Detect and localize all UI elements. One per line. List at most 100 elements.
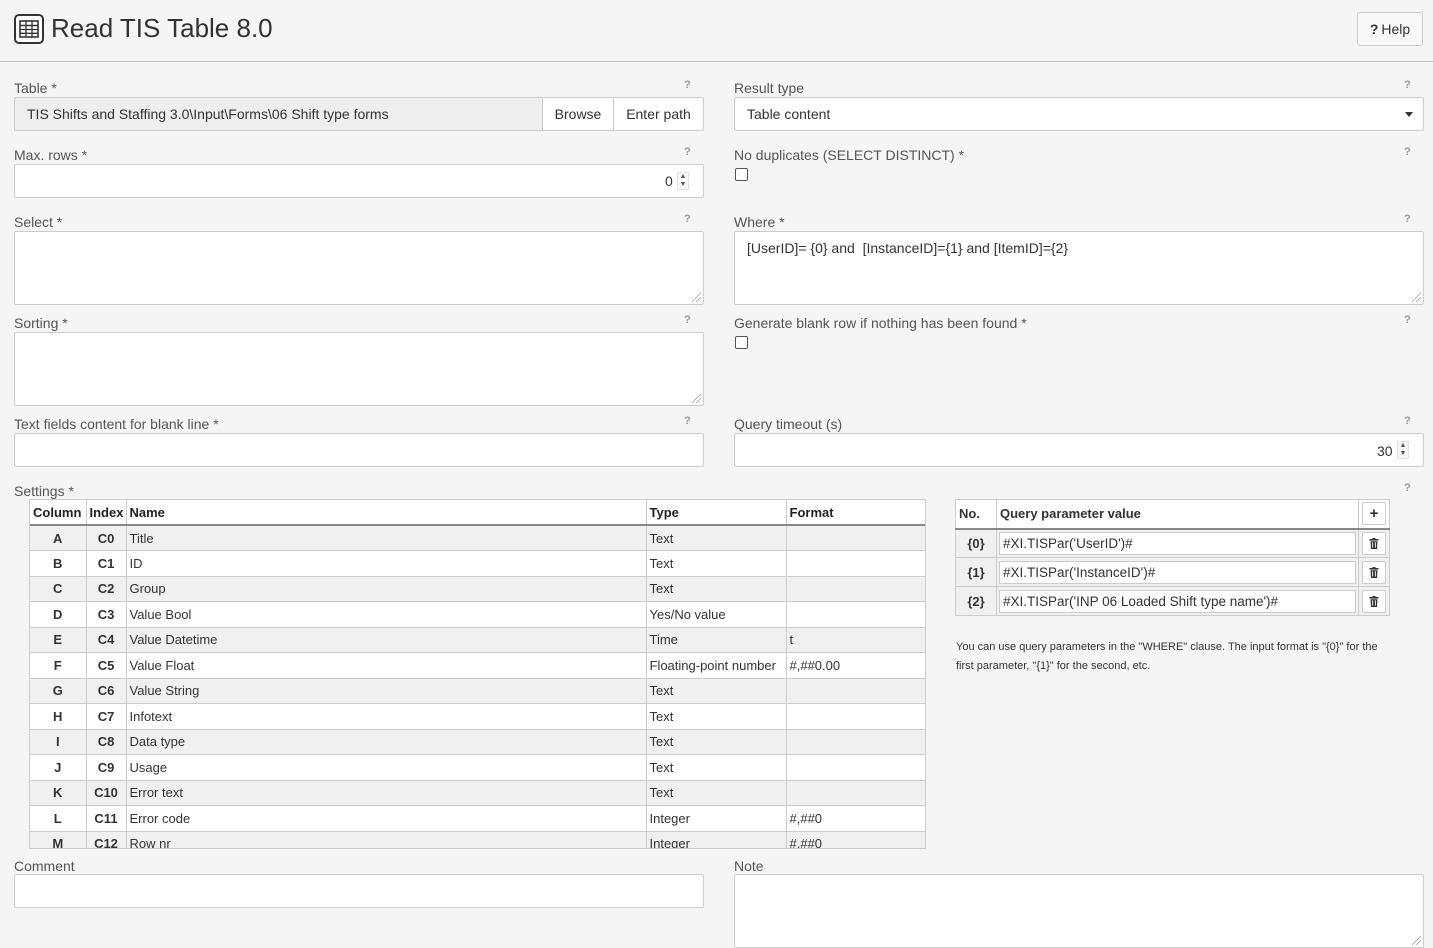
- select-help-icon[interactable]: ?: [684, 213, 691, 225]
- text-fields-blank-label: Text fields content for blank line *: [14, 416, 219, 432]
- table-label: Table *: [14, 80, 57, 96]
- qp-value-input[interactable]: #XI.TISPar('UserID')#: [999, 531, 1356, 555]
- chevron-down-icon: [1405, 112, 1413, 117]
- cell-column: G: [30, 678, 87, 704]
- where-label: Where *: [734, 214, 785, 230]
- table-row[interactable]: J C9 Usage Text: [30, 754, 925, 781]
- enter-path-button[interactable]: Enter path: [613, 97, 704, 131]
- cell-format: #,##0: [786, 831, 925, 848]
- table-row[interactable]: F C5 Value Float Floating-point number #,##0…: [30, 652, 925, 679]
- table-row[interactable]: B C1 ID Text: [30, 550, 925, 577]
- query-timeout-help-icon[interactable]: ?: [1404, 415, 1411, 427]
- comment-input[interactable]: [14, 874, 704, 908]
- table-row[interactable]: H C7 Infotext Text: [30, 703, 925, 730]
- cell-index: C4: [86, 627, 127, 653]
- cell-type: Floating-point number: [646, 652, 787, 679]
- grid-header-row: Column Index Name Type Format: [30, 500, 925, 526]
- help-label: Help: [1381, 21, 1411, 37]
- spinner-icon[interactable]: ▲ ▼: [677, 172, 689, 190]
- cell-column: B: [30, 550, 87, 577]
- help-button[interactable]: ? Help: [1357, 12, 1423, 46]
- max-rows-help-icon[interactable]: ?: [684, 146, 691, 158]
- cell-column: L: [30, 805, 87, 832]
- table-row[interactable]: L C11 Error code Integer #,##0: [30, 805, 925, 832]
- qp-value-input[interactable]: #XI.TISPar('INP 06 Loaded Shift type nam…: [999, 589, 1356, 613]
- no-duplicates-checkbox[interactable]: [735, 168, 748, 181]
- table-row[interactable]: I C8 Data type Text: [30, 729, 925, 755]
- cell-type: Text: [646, 703, 787, 730]
- note-textarea[interactable]: [734, 874, 1424, 948]
- resize-handle-icon[interactable]: [692, 293, 701, 302]
- cell-format: [786, 550, 925, 577]
- table-path-field[interactable]: TIS Shifts and Staffing 3.0\Input\Forms\…: [14, 97, 543, 131]
- cell-column: K: [30, 780, 87, 806]
- cell-index: C0: [86, 525, 127, 551]
- grid-header-index: Index: [86, 500, 127, 526]
- table-row[interactable]: E C4 Value Datetime Time t: [30, 627, 925, 653]
- table-row[interactable]: G C6 Value String Text: [30, 678, 925, 704]
- generate-blank-label: Generate blank row if nothing has been f…: [734, 315, 1027, 331]
- generate-blank-help-icon[interactable]: ?: [1404, 314, 1411, 326]
- cell-type: Text: [646, 780, 787, 806]
- table-help-icon[interactable]: ?: [684, 79, 691, 91]
- cell-index: C12: [86, 831, 127, 848]
- comment-label: Comment: [14, 858, 75, 874]
- where-textarea[interactable]: [UserID]= {0} and [InstanceID]={1} and […: [734, 231, 1424, 305]
- grid-header-type: Type: [646, 500, 787, 526]
- no-duplicates-help-icon[interactable]: ?: [1404, 146, 1411, 158]
- page-title: Read TIS Table 8.0: [51, 13, 273, 43]
- settings-label: Settings *: [14, 483, 74, 499]
- cell-name: Data type: [126, 729, 647, 755]
- settings-help-icon[interactable]: ?: [1404, 482, 1411, 494]
- trash-icon[interactable]: [1362, 560, 1386, 584]
- resize-handle-icon[interactable]: [1412, 293, 1421, 302]
- cell-type: Text: [646, 576, 787, 602]
- table-row[interactable]: C C2 Group Text: [30, 576, 925, 602]
- cell-index: C11: [86, 805, 127, 832]
- resize-handle-icon[interactable]: [692, 394, 701, 403]
- qp-row: {1} #XI.TISPar('InstanceID')#: [955, 557, 1390, 587]
- table-row[interactable]: M C12 Row nr Integer #,##0: [30, 831, 925, 848]
- resize-handle-icon[interactable]: [1412, 936, 1421, 945]
- cell-name: Value Float: [126, 652, 647, 679]
- query-timeout-input[interactable]: [734, 433, 1424, 467]
- cell-format: [786, 729, 925, 755]
- cell-column: H: [30, 703, 87, 730]
- table-row[interactable]: K C10 Error text Text: [30, 780, 925, 806]
- sorting-help-icon[interactable]: ?: [684, 314, 691, 326]
- select-textarea[interactable]: [14, 231, 704, 305]
- result-type-select[interactable]: Table content: [734, 97, 1424, 131]
- query-timeout-label: Query timeout (s): [734, 416, 843, 432]
- cell-index: C2: [86, 576, 127, 602]
- add-icon[interactable]: +: [1362, 502, 1386, 526]
- generate-blank-checkbox[interactable]: [735, 336, 748, 349]
- hint-line: first parameter, "{1}" for the second, e…: [956, 660, 1151, 672]
- spinner-icon[interactable]: ▲ ▼: [1397, 441, 1409, 459]
- qp-delete-cell: [1358, 528, 1390, 558]
- cell-index: C10: [86, 780, 127, 806]
- text-fields-blank-help-icon[interactable]: ?: [684, 415, 691, 427]
- text-fields-blank-input[interactable]: [14, 433, 704, 467]
- sorting-textarea[interactable]: [14, 332, 704, 406]
- qp-value-input[interactable]: #XI.TISPar('InstanceID')#: [999, 560, 1356, 584]
- qp-header-value: Query parameter value: [996, 499, 1359, 530]
- cell-format: [786, 754, 925, 781]
- cell-column: F: [30, 652, 87, 679]
- result-type-help-icon[interactable]: ?: [1404, 79, 1411, 91]
- where-help-icon[interactable]: ?: [1404, 213, 1411, 225]
- sorting-label: Sorting *: [14, 315, 68, 331]
- qp-no: {0}: [955, 528, 997, 558]
- cell-column: A: [30, 525, 87, 551]
- browse-button[interactable]: Browse: [542, 97, 614, 131]
- table-row[interactable]: D C3 Value Bool Yes/No value: [30, 601, 925, 628]
- max-rows-input[interactable]: [14, 164, 704, 198]
- trash-icon[interactable]: [1362, 589, 1386, 613]
- grid-header-name: Name: [126, 500, 647, 526]
- qp-value-cell: #XI.TISPar('InstanceID')#: [996, 557, 1359, 587]
- cell-column: D: [30, 601, 87, 628]
- qp-row: {0} #XI.TISPar('UserID')#: [955, 528, 1390, 558]
- trash-icon[interactable]: [1362, 531, 1386, 555]
- table-row[interactable]: A C0 Title Text: [30, 525, 925, 551]
- cell-type: Integer: [646, 831, 787, 848]
- cell-format: [786, 576, 925, 602]
